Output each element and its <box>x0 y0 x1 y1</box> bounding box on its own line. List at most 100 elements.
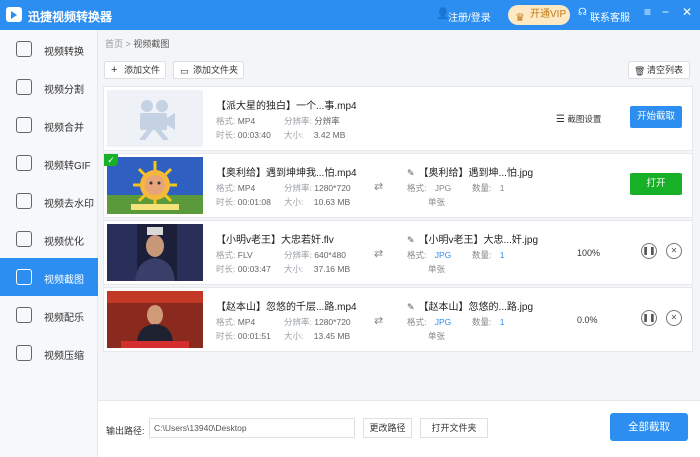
sidebar-item-gif[interactable]: 视频转GIF <box>0 144 98 182</box>
format-label: 格式: <box>407 317 427 327</box>
cancel-icon[interactable]: ✕ <box>666 243 682 259</box>
format-label: 格式: <box>216 317 236 327</box>
sidebar-item-merge[interactable]: 视频合并 <box>0 106 98 144</box>
sidebar-item-split[interactable]: 视频分割 <box>0 68 98 106</box>
breadcrumb-home[interactable]: 首页 <box>105 39 123 49</box>
sidebar-item-label: 视频分割 <box>44 85 84 96</box>
breadcrumb-separator: > <box>125 39 131 49</box>
minimize-icon[interactable]: − <box>662 5 669 19</box>
toolbar: + 添加文件 ▭ 添加文件夹 🗑 清空列表 <box>98 54 700 84</box>
sidebar-item-label: 视频截图 <box>44 275 84 286</box>
checkmark-icon: ✓ <box>104 154 118 166</box>
size-meta: 大小: 37.16 MB <box>284 263 350 275</box>
pause-icon[interactable]: ❚❚ <box>641 243 657 259</box>
sidebar-item-screenshot[interactable]: 视频截图 <box>0 258 98 296</box>
output-count-value: 1 <box>499 183 505 193</box>
gif-icon <box>16 155 32 171</box>
output-count-meta: 数量: 1 <box>472 182 504 194</box>
start-capture-button[interactable]: 开始截取 <box>630 106 682 128</box>
video-thumbnail <box>107 157 203 214</box>
pencil-icon[interactable]: ✎ <box>407 302 415 312</box>
title-bar: 迅捷视频转换器 👤 注册/登录 ♛ 开通VIP ☊ 联系客服 ≡ − ✕ <box>0 0 700 30</box>
crown-icon: ♛ <box>515 12 525 24</box>
duration-value: 00:01:51 <box>237 331 271 341</box>
sidebar-item-music[interactable]: 视频配乐 <box>0 296 98 334</box>
add-file-button[interactable]: + 添加文件 <box>104 61 166 79</box>
service-link[interactable]: 联系客服 <box>590 9 630 24</box>
progress-text: 100% <box>577 248 601 258</box>
output-count-value: 1 <box>499 317 505 327</box>
resolution-meta: 分辨率: 分辨率 <box>284 115 340 127</box>
size-value: 13.45 MB <box>313 331 351 341</box>
change-path-button[interactable]: 更改路径 <box>363 418 412 438</box>
sidebar-item-label: 视频合并 <box>44 123 84 134</box>
file-name: 【奥利给】遇到坤坤我...怕.mp4 <box>216 168 357 179</box>
output-format-value: JPG <box>434 317 452 327</box>
resolution-label: 分辨率: <box>284 116 312 126</box>
output-name: 【赵本山】忽悠的...路.jpg <box>418 302 534 313</box>
format-label: 格式: <box>216 183 236 193</box>
convert-arrows-icon: ⇄ <box>374 181 384 193</box>
settings-label: 截图设置 <box>567 114 602 124</box>
sliders-icon: ☰ <box>556 114 565 125</box>
login-link[interactable]: 注册/登录 <box>448 9 491 24</box>
duration-label: 时长: <box>216 130 236 140</box>
cancel-icon[interactable]: ✕ <box>666 310 682 326</box>
screenshot-settings-button[interactable]: ☰ 截图设置 <box>556 113 601 125</box>
resolution-value: 640*480 <box>314 250 346 260</box>
output-mode: 单张 <box>428 197 446 207</box>
output-path-field[interactable]: C:\Users\13940\Desktop <box>149 418 355 438</box>
resolution-label: 分辨率: <box>284 317 312 327</box>
resolution-meta: 分辨率: 640*480 <box>284 249 346 261</box>
menu-icon[interactable]: ≡ <box>644 5 651 19</box>
sidebar-item-label: 视频转GIF <box>44 161 91 172</box>
size-label: 大小: <box>284 264 304 274</box>
size-value: 3.42 MB <box>313 130 346 140</box>
output-mode[interactable]: 单张 <box>428 263 445 275</box>
open-button[interactable]: 打开 <box>630 173 682 195</box>
add-folder-button[interactable]: ▭ 添加文件夹 <box>173 61 244 79</box>
convert-arrows-icon: ⇄ <box>374 248 384 260</box>
pencil-icon[interactable]: ✎ <box>407 235 415 245</box>
clear-list-label: 清空列表 <box>646 65 683 75</box>
capture-all-button[interactable]: 全部截取 <box>610 413 688 441</box>
sidebar-item-watermark[interactable]: 视频去水印 <box>0 182 98 220</box>
size-meta: 大小: 10.63 MB <box>284 196 350 208</box>
output-mode[interactable]: 单张 <box>428 330 445 342</box>
format-value: FLV <box>237 250 253 260</box>
output-name: 【奥利给】遇到坤...怕.jpg <box>418 168 534 179</box>
watermark-icon <box>16 193 32 209</box>
pause-icon[interactable]: ❚❚ <box>641 310 657 326</box>
convert-icon <box>16 41 32 57</box>
size-label: 大小: <box>284 130 304 140</box>
list-item: 【小明v老王】大忠若奸.flv 格式: FLV 分辨率: 640*480 时长:… <box>103 220 693 285</box>
sidebar-item-optimize[interactable]: 视频优化 <box>0 220 98 258</box>
sidebar-item-compress[interactable]: 视频压缩 <box>0 334 98 372</box>
app-title: 迅捷视频转换器 <box>28 10 113 24</box>
clear-list-button[interactable]: 🗑 清空列表 <box>627 61 690 79</box>
vip-button[interactable]: ♛ 开通VIP <box>508 5 570 25</box>
output-name: 【小明v老王】大忠...奸.jpg <box>418 235 539 246</box>
close-icon[interactable]: ✕ <box>682 5 692 19</box>
output-format-meta: 格式: JPG <box>407 316 451 328</box>
output-format-value: JPG <box>434 250 452 260</box>
list-item: 【赵本山】忽悠的千层...路.mp4 格式: MP4 分辨率: 1280*720… <box>103 287 693 352</box>
resolution-value: 1280*720 <box>314 317 351 327</box>
headset-icon[interactable]: ☊ <box>578 7 587 18</box>
duration-meta: 时长: 00:03:47 <box>216 263 271 275</box>
format-label: 格式: <box>407 250 427 260</box>
output-file-name: ✎ 【赵本山】忽悠的...路.jpg <box>407 298 533 313</box>
sidebar-item-convert[interactable]: 视频转换 <box>0 30 98 68</box>
format-value: MP4 <box>237 317 256 327</box>
stage-performer-image <box>107 291 203 348</box>
list-item: 【派大星的独白】一个...事.mp4 格式: MP4 分辨率: 分辨率 时长: … <box>103 86 693 151</box>
format-value: MP4 <box>237 116 256 126</box>
sidebar-item-label: 视频压缩 <box>44 351 84 362</box>
size-value: 37.16 MB <box>313 264 351 274</box>
output-format-meta: 格式: JPG <box>407 182 451 194</box>
sidebar-item-label: 视频配乐 <box>44 313 84 324</box>
open-folder-button[interactable]: 打开文件夹 <box>420 418 488 438</box>
size-label: 大小: <box>284 331 304 341</box>
duration-meta: 时长: 00:03:40 <box>216 129 271 141</box>
pencil-icon[interactable]: ✎ <box>407 168 415 178</box>
